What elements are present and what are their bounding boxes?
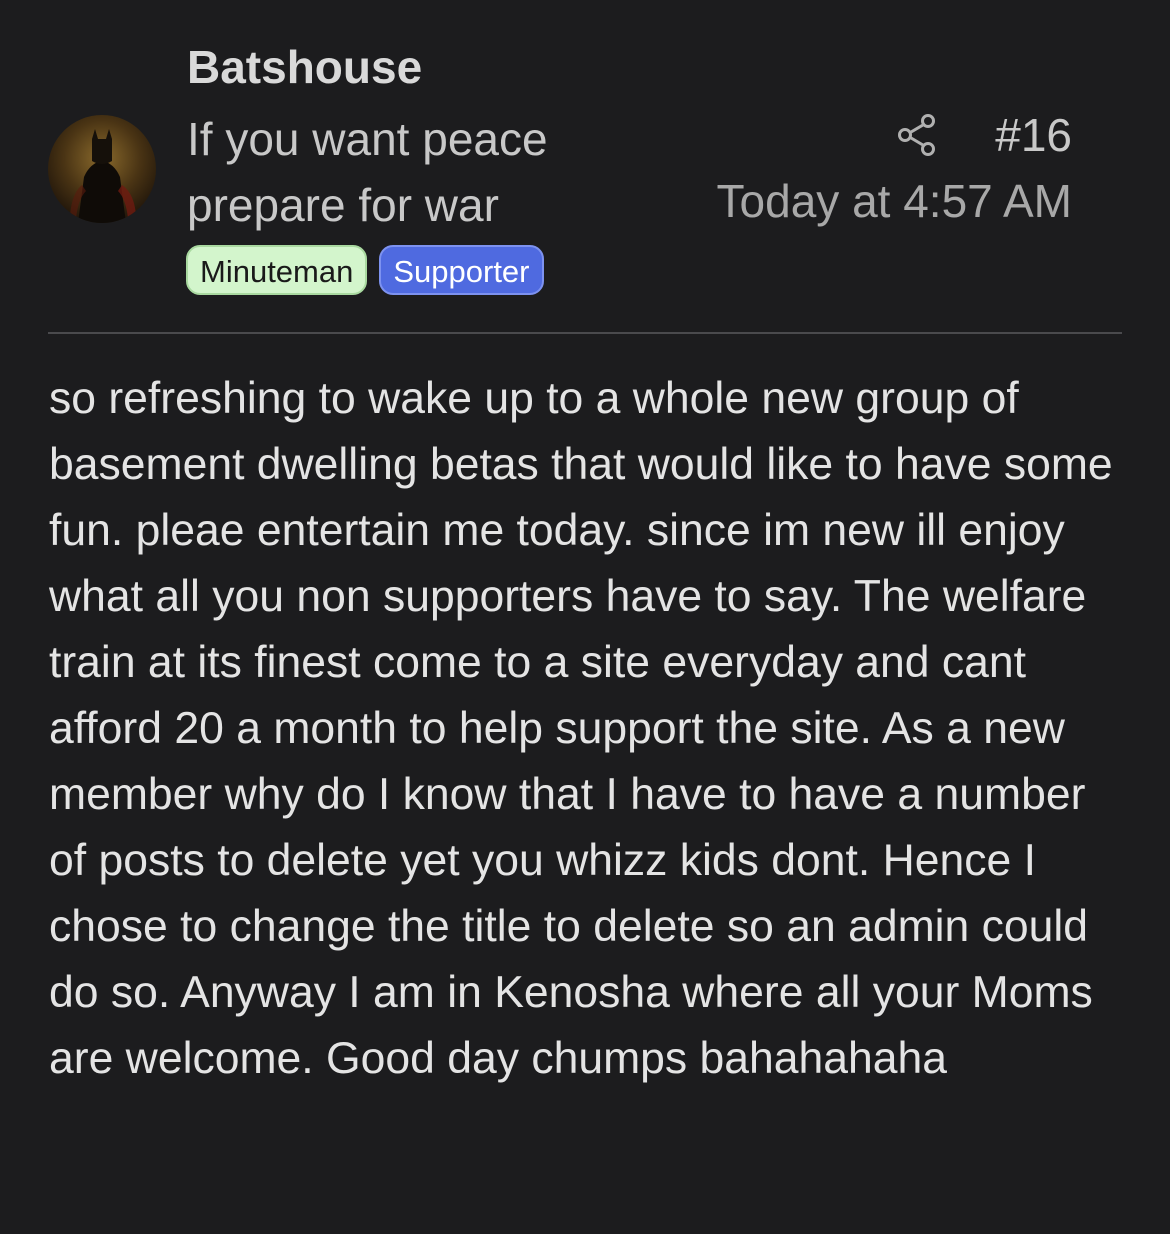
post-meta: #16 — [897, 108, 1072, 162]
user-title: If you want peace prepare for war — [187, 113, 548, 231]
avatar[interactable] — [48, 115, 156, 223]
share-icon — [898, 114, 936, 156]
post-number-link[interactable]: #16 — [995, 108, 1072, 162]
divider — [48, 332, 1122, 334]
post-body: so refreshing to wake up to a whole new … — [49, 374, 1113, 1083]
batman-avatar-icon — [70, 129, 136, 223]
badge-minuteman: Minuteman — [186, 245, 368, 295]
badge-supporter: Supporter — [379, 245, 544, 295]
post-timestamp[interactable]: Today at 4:57 AM — [717, 174, 1072, 228]
forum-post: Batshouse If you want peace prepare for … — [0, 0, 1170, 1234]
share-button[interactable] — [897, 114, 937, 156]
username[interactable]: Batshouse — [187, 40, 422, 94]
user-badges: Minuteman Supporter — [186, 245, 544, 295]
